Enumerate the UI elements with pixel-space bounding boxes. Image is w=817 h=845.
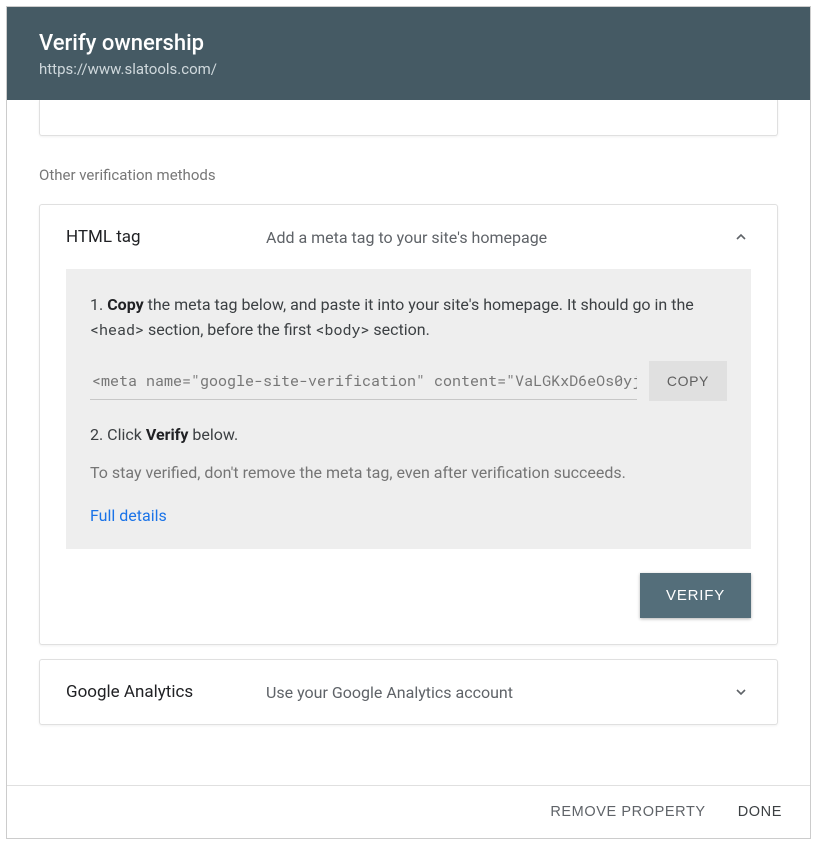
- dialog-body: Other verification methods HTML tag Add …: [7, 100, 810, 785]
- method-card-html-tag: HTML tag Add a meta tag to your site's h…: [39, 204, 778, 645]
- step2-prefix: 2. Click: [90, 425, 146, 444]
- step1-mid2: section, before the first: [144, 320, 315, 339]
- stay-verified-hint: To stay verified, don't remove the meta …: [90, 461, 727, 486]
- full-details-link[interactable]: Full details: [90, 506, 167, 525]
- method-name: HTML tag: [66, 227, 266, 247]
- copy-button[interactable]: COPY: [649, 361, 727, 401]
- chevron-up-icon: [731, 227, 751, 247]
- step2-suffix: below.: [188, 425, 238, 444]
- meta-tag-snippet[interactable]: <meta name="google-site-verification" co…: [90, 361, 637, 400]
- step1-code-head: <head>: [90, 320, 144, 340]
- method-desc: Add a meta tag to your site's homepage: [266, 228, 731, 247]
- step-1: 1. Copy the meta tag below, and paste it…: [90, 293, 727, 343]
- method-card-google-analytics: Google Analytics Use your Google Analyti…: [39, 659, 778, 725]
- verify-row: VERIFY: [40, 573, 777, 644]
- other-methods-label: Other verification methods: [39, 166, 778, 184]
- step2-bold: Verify: [146, 425, 189, 444]
- method-header-html-tag[interactable]: HTML tag Add a meta tag to your site's h…: [40, 205, 777, 269]
- method-desc: Use your Google Analytics account: [266, 683, 731, 702]
- step1-code-body: <body>: [315, 320, 369, 340]
- step-2: 2. Click Verify below.: [90, 423, 727, 448]
- verify-ownership-dialog: Verify ownership https://www.slatools.co…: [6, 6, 811, 839]
- previous-card-edge: [39, 100, 778, 136]
- method-header-google-analytics[interactable]: Google Analytics Use your Google Analyti…: [40, 660, 777, 724]
- method-panel-html-tag: 1. Copy the meta tag below, and paste it…: [66, 269, 751, 549]
- dialog-title: Verify ownership: [39, 31, 778, 56]
- dialog-footer: REMOVE PROPERTY DONE: [7, 785, 810, 838]
- step1-bold: Copy: [107, 295, 143, 314]
- remove-property-button[interactable]: REMOVE PROPERTY: [550, 804, 705, 820]
- verify-button[interactable]: VERIFY: [640, 573, 751, 618]
- step1-prefix: 1.: [90, 295, 107, 314]
- dialog-header: Verify ownership https://www.slatools.co…: [7, 7, 810, 100]
- step1-mid: the meta tag below, and paste it into yo…: [144, 295, 694, 314]
- snippet-row: <meta name="google-site-verification" co…: [90, 361, 727, 401]
- step1-end: section.: [369, 320, 429, 339]
- chevron-down-icon: [731, 682, 751, 702]
- method-name: Google Analytics: [66, 682, 266, 702]
- done-button[interactable]: DONE: [738, 804, 782, 820]
- dialog-subtitle: https://www.slatools.com/: [39, 60, 778, 78]
